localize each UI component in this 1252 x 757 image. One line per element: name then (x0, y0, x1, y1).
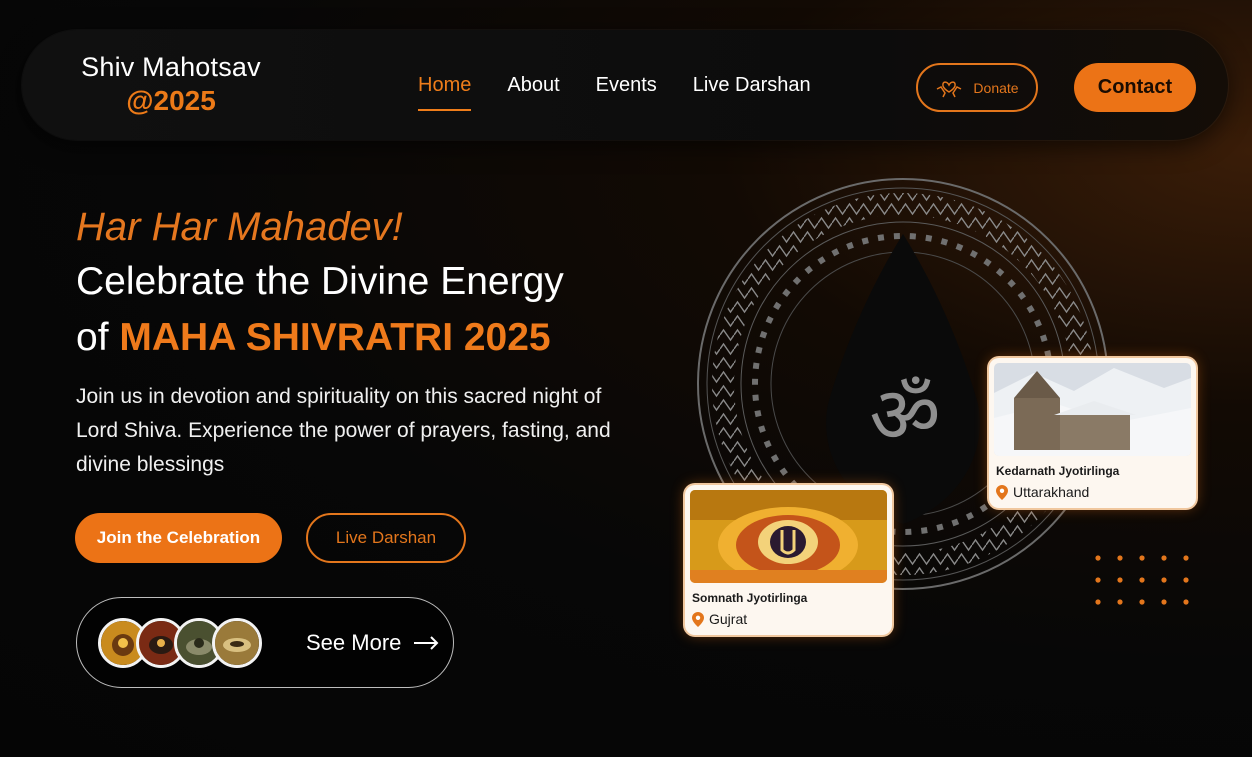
temple-avatars (98, 617, 262, 668)
headline-highlight: MAHA SHIVRATRI 2025 (119, 316, 551, 359)
hero-headline: Celebrate the Divine Energy of MAHA SHIV… (76, 254, 636, 366)
arrow-right-icon (414, 635, 439, 650)
headline-line2: of MAHA SHIVRATRI 2025 (76, 310, 636, 366)
card-title: Somnath Jyotirlinga (692, 591, 808, 605)
nav-menu: Home About Events Live Darshan (418, 74, 847, 111)
card-kedarnath[interactable]: Kedarnath Jyotirlinga Uttarakhand (989, 358, 1196, 508)
heart-hands-icon (937, 80, 962, 97)
join-celebration-button[interactable]: Join the Celebration (75, 513, 282, 563)
hero-description: Join us in devotion and spirituality on … (76, 385, 611, 476)
nav-item-about[interactable]: About (507, 74, 559, 103)
card-location-label: Gujrat (709, 611, 748, 627)
card-title: Kedarnath Jyotirlinga (996, 464, 1120, 478)
om-icon: ॐ (869, 371, 940, 461)
card-somnath[interactable]: Somnath Jyotirlinga Gujrat (685, 485, 892, 635)
donate-button[interactable]: Donate (916, 63, 1038, 112)
hero-tagline: Har Har Mahadev! (76, 205, 403, 249)
card-location: Uttarakhand (996, 484, 1191, 500)
brand-logo[interactable]: Shiv Mahotsav @2025 (76, 52, 266, 117)
hero-section: Har Har Mahadev! Celebrate the Divine En… (76, 205, 636, 482)
headline-line1: Celebrate the Divine Energy (76, 260, 564, 303)
brand-year: @2025 (126, 85, 216, 116)
location-pin-icon (996, 484, 1008, 500)
location-pin-icon (692, 611, 704, 627)
brand-title: Shiv Mahotsav (81, 52, 261, 82)
nav-item-events[interactable]: Events (596, 74, 657, 103)
contact-button[interactable]: Contact (1074, 63, 1196, 112)
dot-grid-decoration (1095, 555, 1189, 605)
kedarnath-image (994, 363, 1191, 456)
see-more-label: See More (306, 629, 402, 655)
donate-label: Donate (973, 79, 1019, 96)
live-darshan-button[interactable]: Live Darshan (306, 513, 466, 563)
top-navbar: Shiv Mahotsav @2025 Home About Events Li… (22, 30, 1228, 140)
cta-row: Join the Celebration Live Darshan (75, 513, 466, 563)
nav-item-home[interactable]: Home (418, 74, 472, 111)
avatar (212, 617, 262, 668)
card-location-label: Uttarakhand (1013, 484, 1090, 500)
headline-prefix: of (76, 316, 120, 359)
nav-item-live-darshan[interactable]: Live Darshan (693, 74, 811, 103)
card-location: Gujrat (692, 611, 887, 627)
somnath-image (690, 490, 887, 583)
see-more-button[interactable]: See More (76, 597, 454, 688)
